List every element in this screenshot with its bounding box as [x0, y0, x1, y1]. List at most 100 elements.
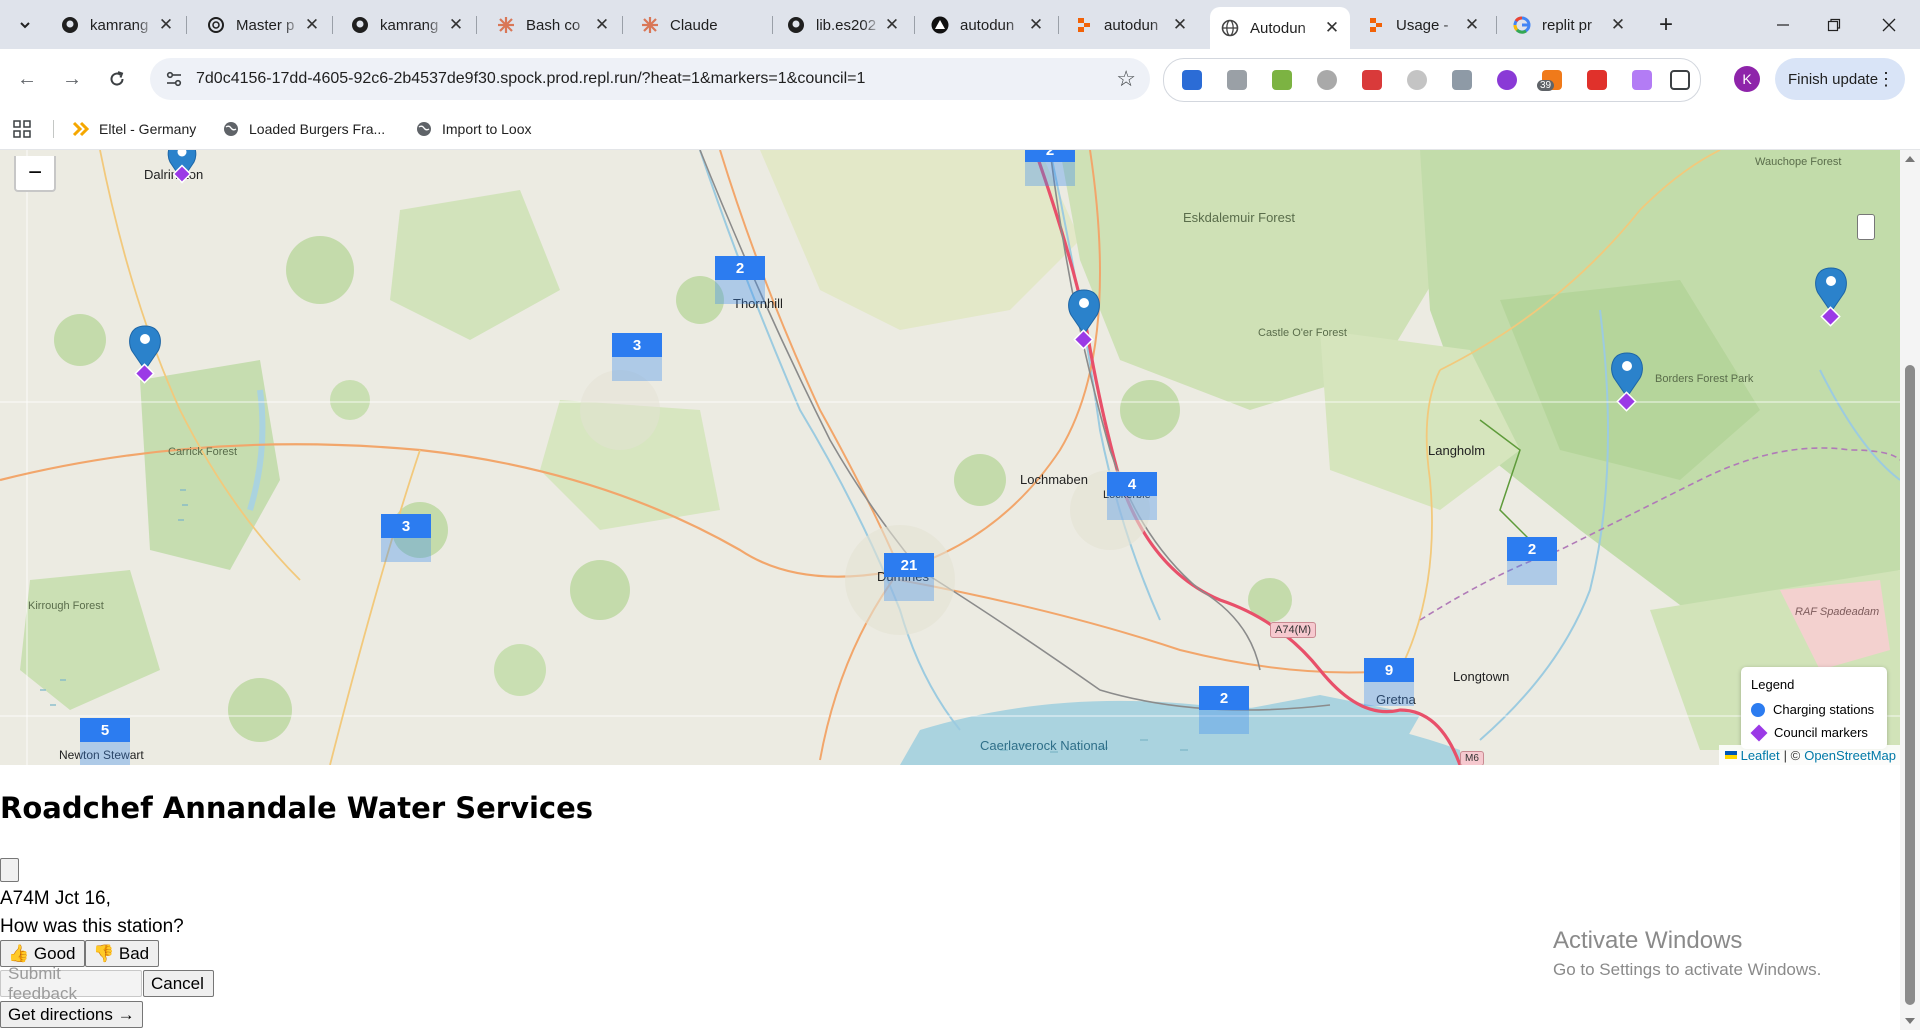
extension-k-icon[interactable]	[1317, 70, 1337, 90]
tab-title: lib.es202	[816, 16, 877, 34]
cluster-area	[1025, 162, 1075, 186]
tab-autodun-replit[interactable]: autodun ✕	[1064, 7, 1198, 43]
cluster-area	[715, 280, 765, 304]
scroll-down-arrow-icon[interactable]	[1905, 1018, 1915, 1024]
cluster-count: 2	[715, 256, 765, 280]
extension-cart-icon[interactable]	[1272, 70, 1292, 90]
close-icon[interactable]: ✕	[1322, 18, 1342, 38]
close-icon[interactable]: ✕	[446, 15, 466, 35]
close-icon[interactable]: ✕	[1170, 15, 1190, 35]
address-bar[interactable]: 7d0c4156-17dd-4605-92c6-2b4537de9f30.spo…	[150, 58, 1150, 100]
extension-map-icon[interactable]	[1182, 70, 1202, 90]
cluster-area	[1364, 682, 1414, 706]
eltel-icon	[72, 120, 90, 138]
close-icon[interactable]: ✕	[156, 15, 176, 35]
leaflet-link[interactable]: Leaflet	[1741, 748, 1780, 763]
place-label: Longtown	[1453, 669, 1510, 684]
globe-icon	[222, 120, 240, 138]
tab-claude[interactable]: Claude ✕	[630, 7, 764, 43]
place-label: Eskdalemuir Forest	[1183, 210, 1295, 225]
osm-link[interactable]: OpenStreetMap	[1804, 748, 1896, 763]
url-text[interactable]: 7d0c4156-17dd-4605-92c6-2b4537de9f30.spo…	[196, 70, 865, 88]
extension-bot-icon[interactable]	[1497, 70, 1517, 90]
puzzle-icon[interactable]	[1670, 70, 1690, 90]
forward-button[interactable]: →	[56, 63, 88, 95]
cluster-count: 9	[1364, 658, 1414, 682]
tab-kamrang-2[interactable]: kamrang ✕	[340, 7, 474, 43]
tab-search-button[interactable]	[10, 10, 40, 40]
station-toggle-button[interactable]	[0, 858, 19, 882]
new-tab-button[interactable]: +	[1651, 10, 1681, 40]
zoom-out-button[interactable]: −	[14, 156, 56, 192]
tab-bash[interactable]: Bash co ✕	[486, 7, 620, 43]
cluster-count: 2	[1507, 537, 1557, 561]
ukraine-flag-icon	[1724, 751, 1737, 759]
place-label: Langholm	[1428, 443, 1486, 458]
map-view[interactable]: Dalrington Thornhill Eskdalemuir Forest …	[0, 150, 1900, 765]
scrollbar-thumb[interactable]	[1905, 365, 1915, 1005]
extension-badge: 39	[1537, 80, 1555, 91]
tab-title: replit pr	[1542, 16, 1593, 34]
bookmark-import-loox[interactable]: Import to Loox	[415, 116, 532, 142]
cluster-area	[884, 577, 934, 601]
tab-title: Autodun	[1250, 19, 1306, 37]
extension-adobe-icon[interactable]	[1587, 70, 1607, 90]
close-icon[interactable]: ✕	[1026, 15, 1046, 35]
tab-title: Bash co	[526, 16, 581, 34]
station-address: A74M Jct 16,	[0, 888, 111, 909]
browser-toolbar: ← → 7d0c4156-17dd-4605-92c6-2b4537de9f30…	[0, 49, 1920, 109]
tab-strip: kamrang ✕ Master p ✕ kamrang ✕ Bash co ✕…	[0, 0, 1920, 49]
page-scrollbar[interactable]	[1900, 150, 1920, 1030]
get-directions-button[interactable]: Get directions →	[0, 1001, 143, 1028]
tab-master[interactable]: Master p ✕	[196, 7, 330, 43]
apps-button[interactable]	[13, 116, 31, 142]
extension-u-icon[interactable]	[1452, 70, 1472, 90]
restore-icon	[1827, 18, 1841, 31]
claude-icon	[496, 15, 516, 35]
close-icon[interactable]: ✕	[1608, 15, 1628, 35]
scroll-up-arrow-icon[interactable]	[1905, 156, 1915, 162]
profile-avatar[interactable]: K	[1734, 66, 1760, 92]
map-scroll-handle[interactable]	[1857, 214, 1875, 240]
bookmark-label: Loaded Burgers Fra...	[249, 121, 386, 137]
extension-code-icon[interactable]	[1227, 70, 1247, 90]
github-icon	[786, 15, 806, 35]
cluster-area	[80, 742, 130, 765]
legend-item-charging: Charging stations	[1751, 702, 1874, 717]
close-icon[interactable]: ✕	[1462, 15, 1482, 35]
extension-link-icon[interactable]	[1407, 70, 1427, 90]
extension-pen-icon[interactable]	[1632, 70, 1652, 90]
reload-icon	[110, 71, 124, 86]
site-settings-icon[interactable]	[164, 69, 184, 89]
finish-update-button[interactable]: Finish update ⋮	[1775, 58, 1905, 100]
tab-separator	[186, 16, 187, 34]
restore-button[interactable]	[1805, 0, 1863, 49]
tab-title: autodun	[1104, 16, 1159, 34]
close-icon[interactable]: ✕	[592, 15, 612, 35]
cluster-area	[1107, 496, 1157, 520]
legend-diamond-icon	[1750, 724, 1768, 741]
close-window-button[interactable]	[1860, 0, 1918, 49]
tab-autodun-active[interactable]: Autodun ✕	[1210, 7, 1350, 49]
minimize-button[interactable]	[1754, 0, 1812, 49]
tab-lib[interactable]: lib.es202 ✕	[776, 7, 910, 43]
close-icon[interactable]: ✕	[882, 15, 902, 35]
back-button[interactable]: ←	[11, 63, 43, 95]
reload-button[interactable]	[101, 63, 133, 95]
bookmark-eltel[interactable]: Eltel - Germany	[72, 116, 196, 142]
tab-replit-google[interactable]: replit pr ✕	[1502, 7, 1636, 43]
tab-usage[interactable]: Usage - ✕	[1356, 7, 1490, 43]
extension-shield-icon[interactable]	[1362, 70, 1382, 90]
bookmark-star-icon[interactable]: ☆	[1116, 66, 1136, 92]
close-icon[interactable]: ✕	[302, 15, 322, 35]
tab-title: kamrang	[380, 16, 439, 34]
globe-icon	[1220, 18, 1240, 38]
tab-kamrang-1[interactable]: kamrang ✕	[50, 7, 184, 43]
submit-feedback-button[interactable]: Submit feedback	[0, 964, 142, 1003]
tab-autodun-vercel[interactable]: autodun ✕	[920, 7, 1054, 43]
legend-circle-icon	[1751, 702, 1765, 717]
bookmarks-bar: Eltel - Germany Loaded Burgers Fra... Im…	[0, 109, 1920, 150]
cluster-count: 2	[1025, 150, 1075, 162]
cancel-button[interactable]: Cancel	[143, 970, 214, 997]
bookmark-loaded-burgers[interactable]: Loaded Burgers Fra...	[222, 116, 385, 142]
